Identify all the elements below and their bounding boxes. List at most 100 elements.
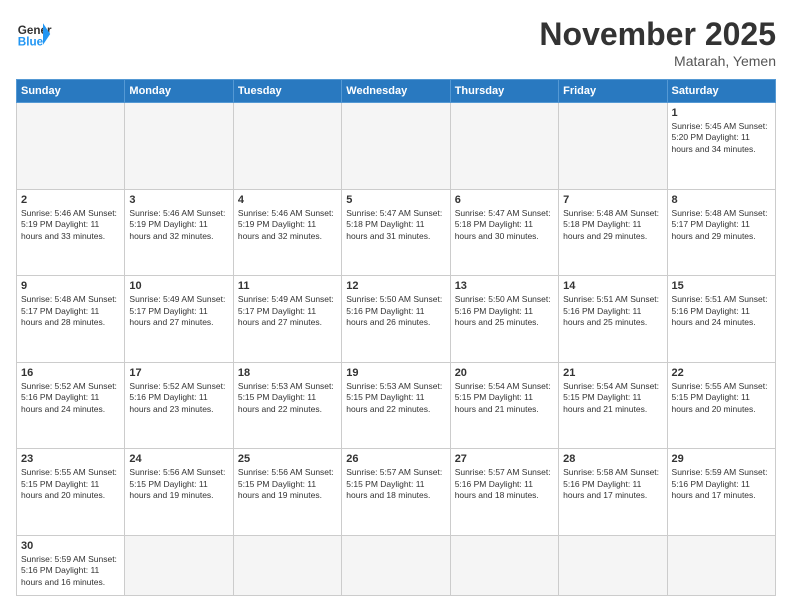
- weekday-header-sunday: Sunday: [17, 80, 125, 103]
- calendar-cell: 25Sunrise: 5:56 AM Sunset: 5:15 PM Dayli…: [233, 449, 341, 536]
- calendar-cell: 18 Sunrise: 5:53 AM Sunset: 5:15 PM Dayli…: [233, 362, 341, 449]
- calendar-cell: 7 Sunrise: 5:48 AM Sunset: 5:18 PM Daylig…: [559, 189, 667, 276]
- calendar-cell: 9 Sunrise: 5:48 AM Sunset: 5:17 PM Daylig…: [17, 276, 125, 363]
- calendar-cell: [125, 103, 233, 190]
- day-info: Sunrise: 5:50 AM Sunset: 5:16 PM Dayligh…: [455, 294, 554, 328]
- day-info: Sunrise: 5:55 AM Sunset: 5:15 PM Dayligh…: [672, 381, 771, 415]
- day-number: 3: [129, 194, 228, 206]
- calendar-cell: 27Sunrise: 5:57 AM Sunset: 5:16 PM Dayli…: [450, 449, 558, 536]
- calendar-cell: 24 Sunrise: 5:56 AM Sunset: 5:15 PM Dayli…: [125, 449, 233, 536]
- day-info: Sunrise: 5:59 AM Sunset: 5:16 PM Dayligh…: [21, 554, 120, 588]
- calendar-cell: 23Sunrise: 5:55 AM Sunset: 5:15 PM Dayli…: [17, 449, 125, 536]
- day-info: Sunrise: 5:48 AM Sunset: 5:17 PM Dayligh…: [21, 294, 120, 328]
- day-number: 14: [563, 280, 662, 292]
- calendar-cell: [17, 103, 125, 190]
- day-number: 9: [21, 280, 120, 292]
- day-number: 13: [455, 280, 554, 292]
- day-number: 2: [21, 194, 120, 206]
- calendar-cell: 5Sunrise: 5:47 AM Sunset: 5:18 PM Daylig…: [342, 189, 450, 276]
- weekday-header-tuesday: Tuesday: [233, 80, 341, 103]
- day-number: 26: [346, 453, 445, 465]
- calendar-cell: [233, 536, 341, 596]
- day-info: Sunrise: 5:53 AM Sunset: 5:15 PM Dayligh…: [238, 381, 337, 415]
- day-info: Sunrise: 5:56 AM Sunset: 5:15 PM Dayligh…: [129, 467, 228, 501]
- day-number: 29: [672, 453, 771, 465]
- day-number: 10: [129, 280, 228, 292]
- day-number: 7: [563, 194, 662, 206]
- calendar-cell: [125, 536, 233, 596]
- day-number: 12: [346, 280, 445, 292]
- logo: General Blue: [16, 16, 52, 52]
- day-info: Sunrise: 5:48 AM Sunset: 5:17 PM Dayligh…: [672, 208, 771, 242]
- calendar-cell: 16Sunrise: 5:52 AM Sunset: 5:16 PM Dayli…: [17, 362, 125, 449]
- day-number: 6: [455, 194, 554, 206]
- day-info: Sunrise: 5:45 AM Sunset: 5:20 PM Dayligh…: [672, 121, 771, 155]
- day-info: Sunrise: 5:49 AM Sunset: 5:17 PM Dayligh…: [129, 294, 228, 328]
- day-info: Sunrise: 5:53 AM Sunset: 5:15 PM Dayligh…: [346, 381, 445, 415]
- calendar-cell: [450, 536, 558, 596]
- day-info: Sunrise: 5:47 AM Sunset: 5:18 PM Dayligh…: [346, 208, 445, 242]
- calendar-cell: 19 Sunrise: 5:53 AM Sunset: 5:15 PM Dayli…: [342, 362, 450, 449]
- day-number: 1: [672, 107, 771, 119]
- weekday-header-wednesday: Wednesday: [342, 80, 450, 103]
- day-number: 4: [238, 194, 337, 206]
- day-number: 18: [238, 367, 337, 379]
- calendar-cell: 8 Sunrise: 5:48 AM Sunset: 5:17 PM Daylig…: [667, 189, 775, 276]
- day-info: Sunrise: 5:50 AM Sunset: 5:16 PM Dayligh…: [346, 294, 445, 328]
- day-info: Sunrise: 5:52 AM Sunset: 5:16 PM Dayligh…: [21, 381, 120, 415]
- day-number: 24: [129, 453, 228, 465]
- day-number: 30: [21, 540, 120, 552]
- calendar-table: SundayMondayTuesdayWednesdayThursdayFrid…: [16, 79, 776, 596]
- location: Matarah, Yemen: [539, 53, 776, 69]
- calendar-cell: [559, 103, 667, 190]
- day-number: 11: [238, 280, 337, 292]
- day-info: Sunrise: 5:52 AM Sunset: 5:16 PM Dayligh…: [129, 381, 228, 415]
- svg-text:Blue: Blue: [18, 36, 44, 49]
- day-info: Sunrise: 5:51 AM Sunset: 5:16 PM Dayligh…: [672, 294, 771, 328]
- day-number: 22: [672, 367, 771, 379]
- calendar-cell: 30 Sunrise: 5:59 AM Sunset: 5:16 PM Dayli…: [17, 536, 125, 596]
- day-info: Sunrise: 5:54 AM Sunset: 5:15 PM Dayligh…: [455, 381, 554, 415]
- calendar-cell: 12 Sunrise: 5:50 AM Sunset: 5:16 PM Dayli…: [342, 276, 450, 363]
- header: General Blue November 2025 Matarah, Yeme…: [16, 16, 776, 69]
- weekday-header-friday: Friday: [559, 80, 667, 103]
- day-info: Sunrise: 5:57 AM Sunset: 5:16 PM Dayligh…: [455, 467, 554, 501]
- day-info: Sunrise: 5:51 AM Sunset: 5:16 PM Dayligh…: [563, 294, 662, 328]
- day-number: 15: [672, 280, 771, 292]
- day-info: Sunrise: 5:59 AM Sunset: 5:16 PM Dayligh…: [672, 467, 771, 501]
- day-info: Sunrise: 5:46 AM Sunset: 5:19 PM Dayligh…: [129, 208, 228, 242]
- day-number: 23: [21, 453, 120, 465]
- calendar-cell: 11Sunrise: 5:49 AM Sunset: 5:17 PM Dayli…: [233, 276, 341, 363]
- day-number: 19: [346, 367, 445, 379]
- day-number: 17: [129, 367, 228, 379]
- title-block: November 2025 Matarah, Yemen: [539, 16, 776, 69]
- calendar-cell: 15 Sunrise: 5:51 AM Sunset: 5:16 PM Dayli…: [667, 276, 775, 363]
- calendar-cell: [559, 536, 667, 596]
- calendar-cell: [342, 536, 450, 596]
- weekday-header-saturday: Saturday: [667, 80, 775, 103]
- calendar-cell: [450, 103, 558, 190]
- calendar-cell: [233, 103, 341, 190]
- day-number: 8: [672, 194, 771, 206]
- day-info: Sunrise: 5:47 AM Sunset: 5:18 PM Dayligh…: [455, 208, 554, 242]
- calendar-cell: 17 Sunrise: 5:52 AM Sunset: 5:16 PM Dayli…: [125, 362, 233, 449]
- weekday-header-thursday: Thursday: [450, 80, 558, 103]
- calendar-cell: [667, 536, 775, 596]
- calendar-cell: 6 Sunrise: 5:47 AM Sunset: 5:18 PM Daylig…: [450, 189, 558, 276]
- calendar-cell: 21Sunrise: 5:54 AM Sunset: 5:15 PM Dayli…: [559, 362, 667, 449]
- month-title: November 2025: [539, 16, 776, 53]
- day-info: Sunrise: 5:48 AM Sunset: 5:18 PM Dayligh…: [563, 208, 662, 242]
- calendar-cell: 10 Sunrise: 5:49 AM Sunset: 5:17 PM Dayli…: [125, 276, 233, 363]
- day-info: Sunrise: 5:58 AM Sunset: 5:16 PM Dayligh…: [563, 467, 662, 501]
- day-info: Sunrise: 5:46 AM Sunset: 5:19 PM Dayligh…: [21, 208, 120, 242]
- day-info: Sunrise: 5:57 AM Sunset: 5:15 PM Dayligh…: [346, 467, 445, 501]
- day-number: 20: [455, 367, 554, 379]
- weekday-header-monday: Monday: [125, 80, 233, 103]
- day-number: 28: [563, 453, 662, 465]
- calendar-cell: 26 Sunrise: 5:57 AM Sunset: 5:15 PM Dayli…: [342, 449, 450, 536]
- calendar-cell: 28 Sunrise: 5:58 AM Sunset: 5:16 PM Dayli…: [559, 449, 667, 536]
- calendar-cell: 3 Sunrise: 5:46 AM Sunset: 5:19 PM Daylig…: [125, 189, 233, 276]
- day-info: Sunrise: 5:46 AM Sunset: 5:19 PM Dayligh…: [238, 208, 337, 242]
- calendar-cell: 29 Sunrise: 5:59 AM Sunset: 5:16 PM Dayli…: [667, 449, 775, 536]
- calendar-cell: 1 Sunrise: 5:45 AM Sunset: 5:20 PM Daylig…: [667, 103, 775, 190]
